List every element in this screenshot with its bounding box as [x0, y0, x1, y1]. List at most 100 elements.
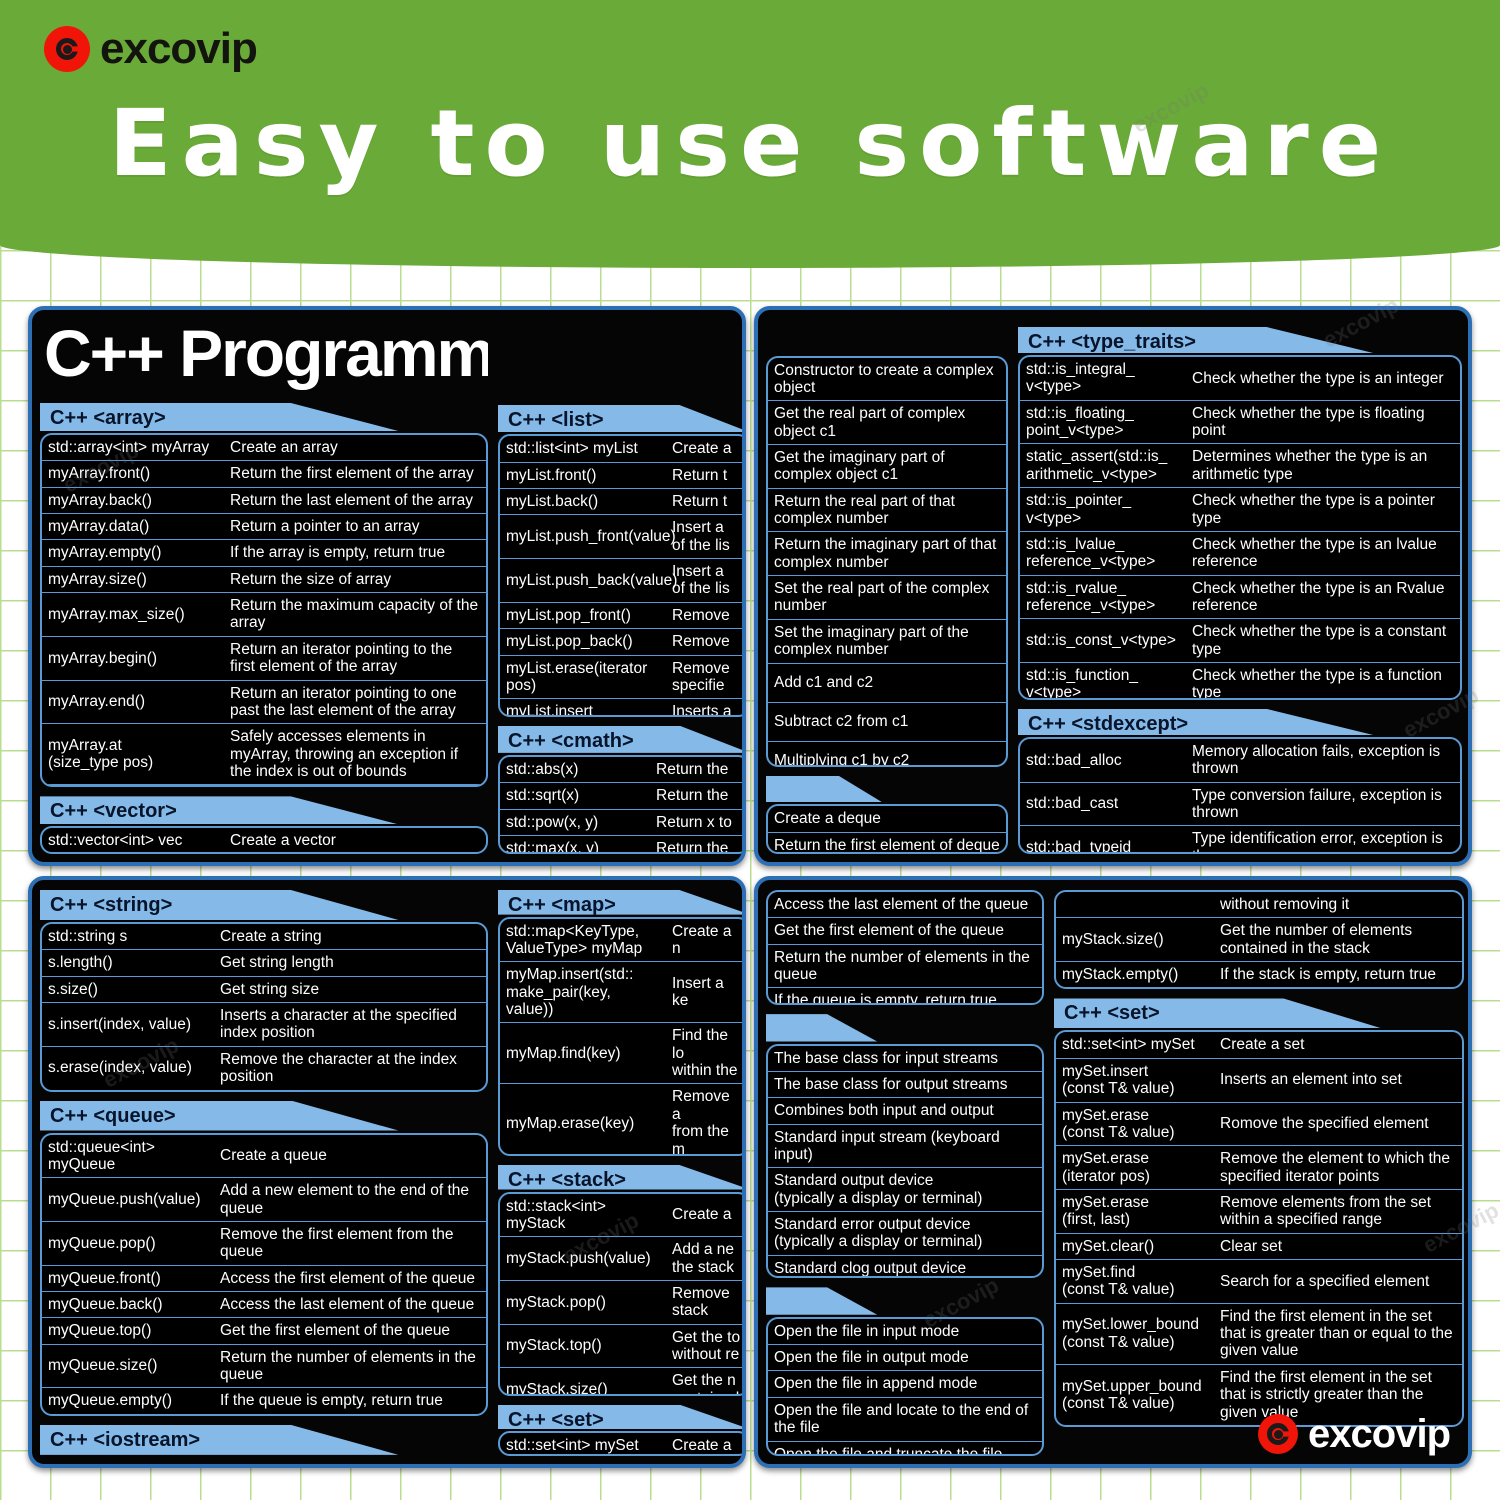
- table-row: static_assert(std::is_ arithmetic_v<type…: [1020, 444, 1460, 489]
- page-title: C++ Programming: [44, 318, 488, 390]
- table-set-right: std::set<int> mySet Create a set mySet.in…: [1054, 1030, 1464, 1427]
- table-row: Get the imaginary part of complex object…: [768, 445, 1006, 489]
- section-header-queue: C++ <queue>: [40, 1100, 399, 1131]
- table-row: myList.back() Return t: [500, 489, 742, 516]
- table-stack: std::stack<int> myStack Create a myStack.…: [498, 1191, 742, 1396]
- table-row: myQueue.size() Return the number of eleme…: [42, 1345, 486, 1389]
- table-map: std::map<KeyType, ValueType> myMap Create…: [498, 916, 742, 1156]
- table-row: myList.front() Return t: [500, 463, 742, 490]
- table-row: s.length() Get string length: [42, 950, 486, 977]
- table-row: myList.insert (iterator pos, value)Inser…: [506, 703, 732, 717]
- table-vector: std::vector<int> vec Create a vector: [40, 826, 488, 854]
- table-row: Open the file in append mode: [768, 1371, 1042, 1398]
- table-deque: Create a deque Return the first element …: [766, 804, 1008, 854]
- table-row: myList.push_front(value) Insert a of the …: [500, 515, 742, 560]
- table-row: Return the number of elements in the que…: [768, 945, 1042, 989]
- poster-card-bottom-right: Access the last element of the queue Get…: [754, 876, 1472, 1468]
- table-fstream-descriptions: Open the file in input mode Open the fil…: [766, 1316, 1044, 1456]
- table-row: Standard error output device (typically …: [768, 1212, 1042, 1256]
- table-row: mySet.lower_bound (const T& value) Find t…: [1056, 1304, 1462, 1365]
- table-row: myStack.push(value) Add a ne the stack: [500, 1237, 742, 1281]
- table-row: Get the real part of complex object c1: [768, 401, 1006, 445]
- poster-card-top-left: C++ Programming C++ <array> std::array<i…: [28, 306, 746, 866]
- table-row: std::bad_alloc Memory allocation fails, e…: [1020, 739, 1460, 783]
- table-row: s.insert(index, value) Inserts a characte…: [42, 1003, 486, 1047]
- table-row: std::is_floating_ point_v<type> Check whe…: [1020, 401, 1460, 445]
- table-row: myQueue.front() Access the first element …: [42, 1266, 486, 1293]
- table-row: Open the file in input mode: [768, 1319, 1042, 1346]
- table-row: Return the first element of deque: [774, 836, 1000, 854]
- brand-name: excovip: [100, 24, 258, 73]
- table-row: std::string s Create a string: [42, 924, 486, 951]
- section-header-vector: C++ <vector>: [40, 796, 399, 825]
- brand-name-footer: excovip: [1308, 1412, 1451, 1456]
- table-stdexcept: std::bad_alloc Memory allocation fails, e…: [1018, 736, 1462, 854]
- table-row: myMap.find(key) Find the lo within the: [500, 1023, 742, 1085]
- table-row: myArray.at (size_type pos) Safely accesse…: [42, 724, 486, 786]
- table-row: Subtract c2 from c1: [768, 703, 1006, 742]
- table-row: std::set<int> mySet Create a set: [1056, 1032, 1462, 1059]
- table-row: mySet.erase (iterator pos) Remove the ele…: [1056, 1146, 1462, 1190]
- brand-logo-footer: excovip: [1258, 1412, 1451, 1456]
- table-row: Set the imaginary part of the complex nu…: [768, 620, 1006, 664]
- section-header-set-left: C++ <set>: [498, 1404, 742, 1430]
- table-row: Constructor to create a complex object: [768, 358, 1006, 402]
- section-header-type-traits: C++ <type_traits>: [1018, 327, 1374, 354]
- table-row: myArray.front() Return the first element …: [42, 461, 486, 488]
- table-row: Return the real part of that complex num…: [768, 489, 1006, 533]
- target-dot-icon: [44, 26, 90, 72]
- table-row: myQueue.back() Access the last element of…: [42, 1292, 486, 1319]
- table-type-traits: std::is_integral_ v<type> Check whether t…: [1018, 355, 1462, 700]
- table-row: std::is_pointer_ v<type> Check whether th…: [1020, 488, 1460, 532]
- table-row: Open the file and locate to the end of t…: [768, 1398, 1042, 1442]
- table-row: myArray[ ]Access elements by index: [42, 785, 486, 786]
- table-row: Standard output device (typically a disp…: [768, 1168, 1042, 1213]
- table-row: std::set<int> mySet Create a: [506, 1437, 732, 1455]
- table-row: s.erase(index, value) Remove the characte…: [48, 1050, 457, 1086]
- section-header-set-right: C++ <set>: [1054, 998, 1382, 1029]
- table-row: myQueue.empty() If the queue is empty, re…: [48, 1392, 443, 1410]
- table-row: mySet.clear() Clear set: [1056, 1234, 1462, 1261]
- table-row: myQueue.push(value) Add a new element to …: [42, 1178, 486, 1222]
- table-row: std::list<int> myList Create a: [500, 436, 742, 463]
- table-row: myList.push_back(value) Insert a of the l…: [500, 559, 742, 603]
- table-row: The base class for output streams: [768, 1072, 1042, 1099]
- hero-headline: Easy to use software: [108, 90, 1392, 197]
- table-row: mySet.find (const T& value) Search for a …: [1056, 1260, 1462, 1304]
- table-array: std::array<int> myArray Create an array m…: [40, 432, 488, 788]
- table-row: myQueue.pop() Remove the first element fr…: [42, 1222, 486, 1266]
- table-row: Add c1 and c2: [768, 664, 1006, 703]
- table-row: std::map<KeyType, ValueType> myMap Create…: [500, 919, 742, 963]
- table-row: Standard clog output device (typically a…: [774, 1259, 967, 1277]
- table-row: std::pow(x, y) Return x to: [500, 810, 742, 836]
- table-string: std::string s Create a string s.length() G…: [40, 922, 488, 1092]
- table-row: myArray.empty() If the array is empty, re…: [42, 540, 486, 567]
- table-row: Return the imaginary part of that comple…: [768, 532, 1006, 577]
- section-header-iostream: C++ <iostream>: [40, 1424, 399, 1455]
- table-row: std::abs(x) Return the: [500, 757, 742, 784]
- table-row: myMap.erase(key) Remove a from the m: [500, 1084, 742, 1153]
- section-header-string: C++ <string>: [40, 890, 399, 920]
- table-row: std::stack<int> myStack Create a: [500, 1194, 742, 1238]
- table-row: Access the last element of the queue: [768, 892, 1042, 919]
- section-header-stdexcept: C++ <stdexcept>: [1018, 708, 1374, 735]
- table-row: myArray.back() Return the last element of…: [42, 488, 486, 515]
- table-row: Get the first element of the queue: [768, 918, 1042, 945]
- table-row: std::is_rvalue_ reference_v<type> Check w…: [1020, 576, 1460, 620]
- table-row: std::sqrt(x) Return the: [500, 783, 742, 810]
- table-row: myStack.size()Get the n contained: [500, 1368, 742, 1393]
- table-row: std::bad_typeid Type identification error…: [1026, 830, 1443, 854]
- section-header-map: C++ <map>: [498, 890, 742, 915]
- table-row: myQueue.top() Get the first element of th…: [42, 1318, 486, 1345]
- table-row: Set the real part of the complex number: [768, 576, 1006, 620]
- table-row: myList.pop_back() Remove: [500, 629, 742, 656]
- table-row: myArray.size() Return the size of array: [42, 567, 486, 594]
- table-queue-descriptions: Access the last element of the queue Get…: [766, 890, 1044, 1006]
- table-row: myStack.top() Get the to without re: [500, 1325, 742, 1369]
- table-row: std::is_const_v<type> Check whether the t…: [1020, 619, 1460, 664]
- table-row: myList.erase(iterator pos) Remove specifi…: [500, 656, 742, 700]
- section-header-deque: [766, 775, 883, 803]
- table-row: mySet.erase (const T& value) Romove the s…: [1056, 1103, 1462, 1147]
- table-row: std::queue<int> myQueue Create a queue: [42, 1135, 486, 1179]
- table-row: myArray.data() Return a pointer to an arr…: [42, 514, 486, 541]
